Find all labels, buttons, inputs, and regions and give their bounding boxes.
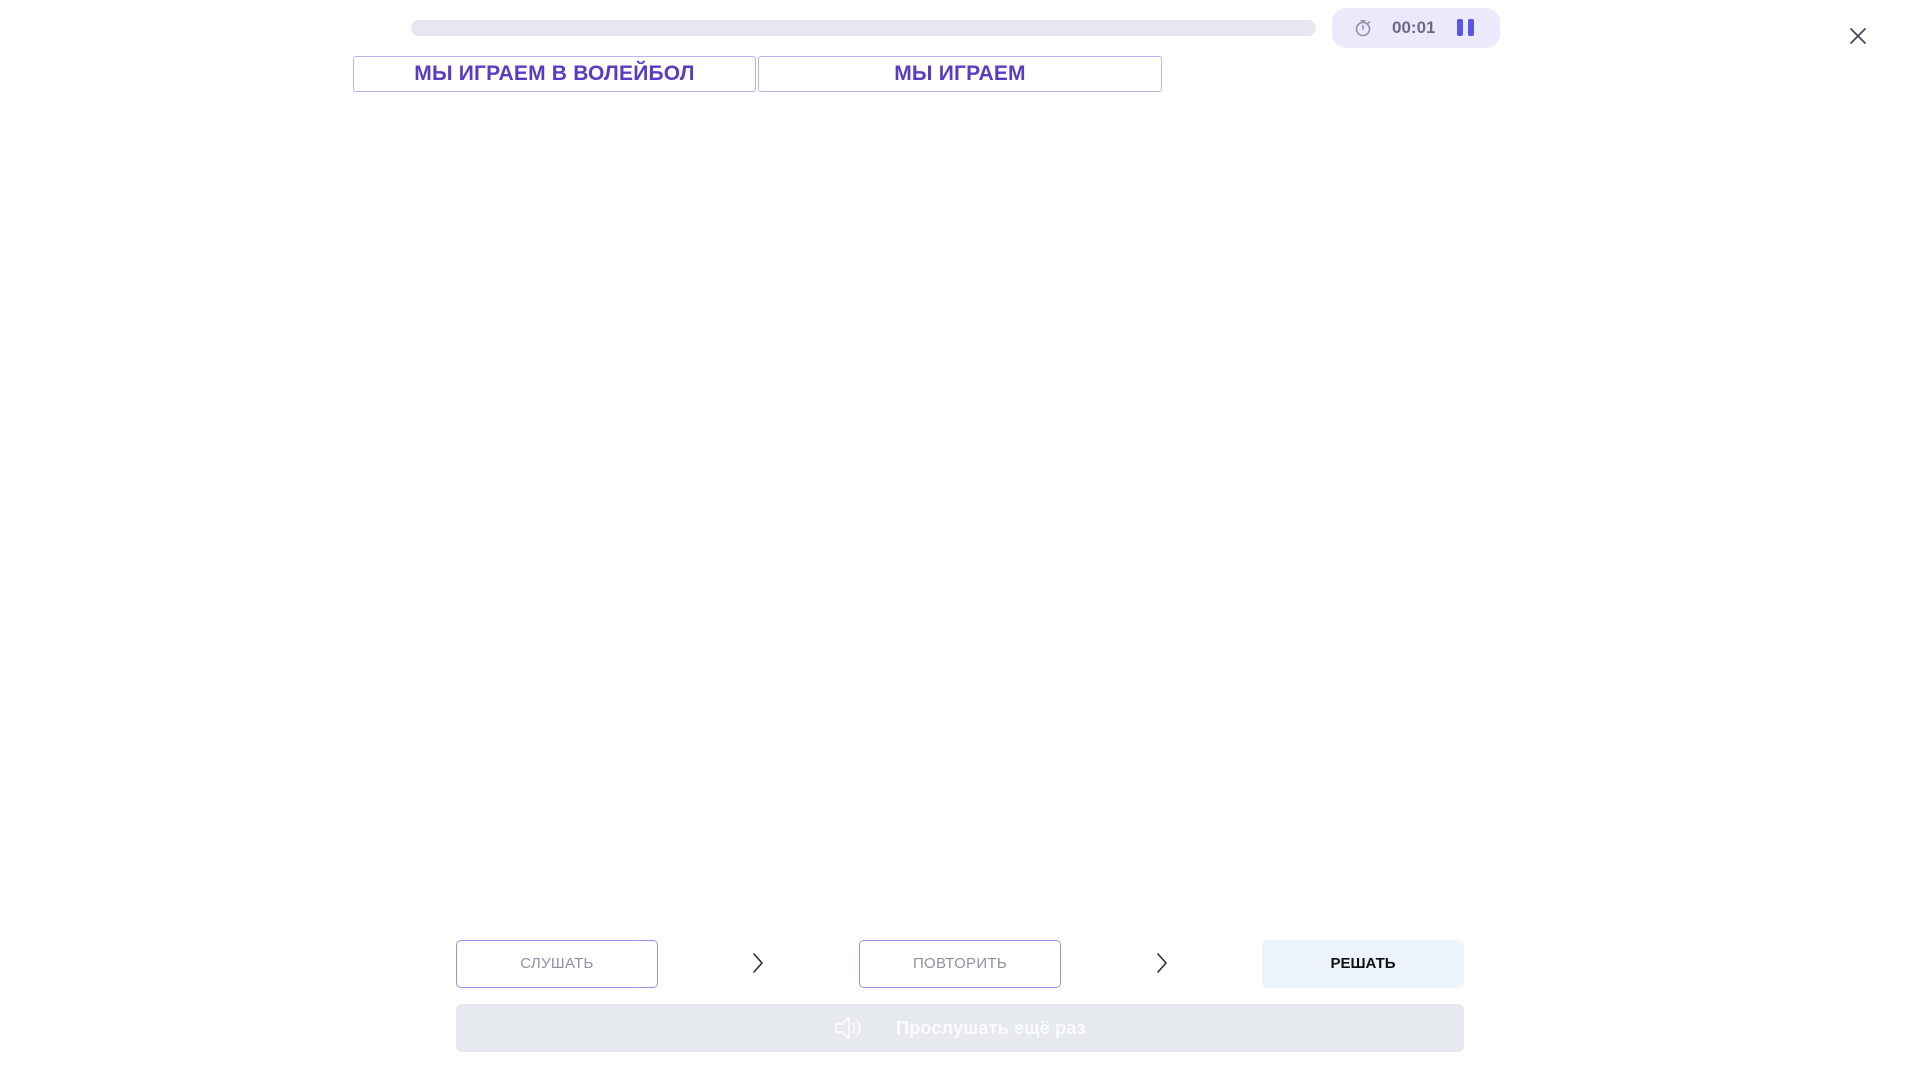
listen-again-content: Прослушать ещё раз	[456, 1004, 1464, 1052]
exercise-screen: 00:01 МЫ ИГРАЕМ В ВОЛЕЙБОЛ МЫ ИГРАЕМ СЛУ…	[0, 0, 1920, 1080]
phrase-chip[interactable]: МЫ ИГРАЕМ	[758, 56, 1162, 92]
listen-step-button[interactable]: СЛУШАТЬ	[456, 940, 658, 988]
listen-again-label: Прослушать ещё раз	[896, 1017, 1086, 1038]
repeat-step-button[interactable]: ПОВТОРИТЬ	[859, 940, 1061, 988]
pause-icon-bar	[1468, 19, 1474, 36]
solve-step-button[interactable]: РЕШАТЬ	[1262, 940, 1464, 988]
listen-again-button[interactable]: Прослушать ещё раз	[456, 1004, 1464, 1052]
close-icon[interactable]	[1844, 22, 1872, 50]
chevron-right-icon	[753, 953, 763, 973]
timer-value: 00:01	[1392, 18, 1436, 37]
speaker-icon	[835, 1017, 861, 1039]
chevron-right-icon	[1157, 953, 1167, 973]
pause-icon	[1457, 19, 1463, 36]
phrase-chip[interactable]: МЫ ИГРАЕМ В ВОЛЕЙБОЛ	[353, 56, 756, 92]
stopwatch-icon	[1355, 20, 1371, 37]
pause-button[interactable]	[1454, 16, 1480, 40]
progress-bar	[411, 20, 1316, 36]
